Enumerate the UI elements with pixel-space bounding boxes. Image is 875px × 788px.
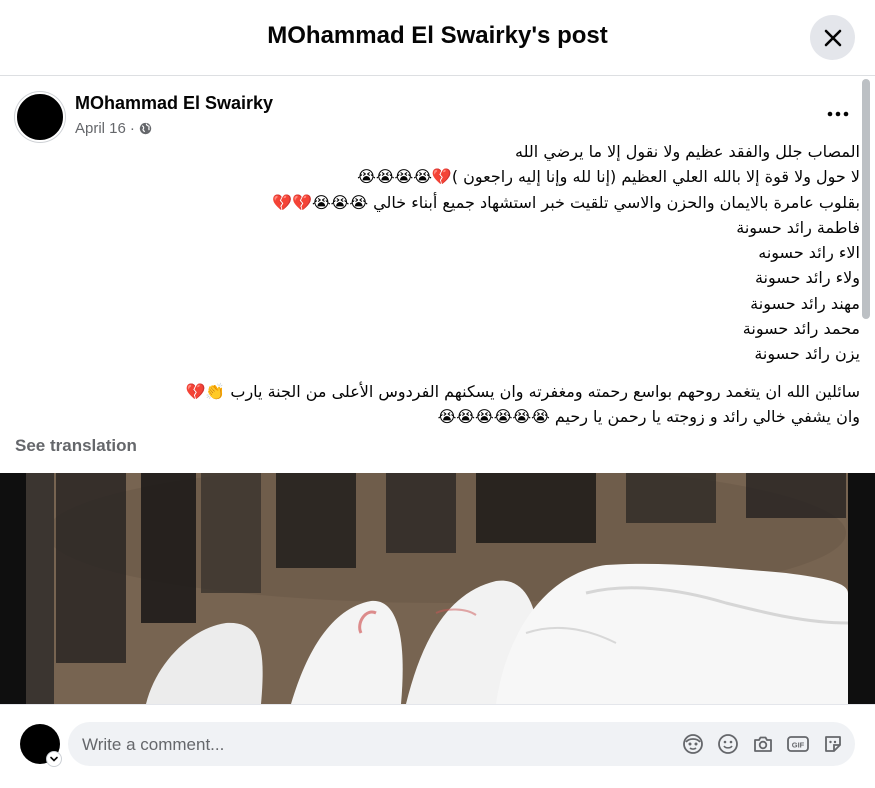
photo-button[interactable] xyxy=(751,732,775,756)
svg-text:GIF: GIF xyxy=(792,741,805,750)
post-line: الاء رائد حسونه xyxy=(758,243,860,263)
avatar-sticker-icon xyxy=(683,734,703,754)
sticker-icon xyxy=(825,736,841,752)
comment-input[interactable]: Write a comment... GIF xyxy=(68,722,855,766)
post-line: محمد رائد حسونة xyxy=(742,319,860,339)
sticker-button[interactable] xyxy=(821,732,845,756)
camera-icon xyxy=(754,736,772,752)
gif-button[interactable]: GIF xyxy=(786,732,810,756)
prayer-line: سائلين الله ان يتغمد روحهم بواسع رحمته و… xyxy=(185,381,860,401)
post-photo-content xyxy=(26,473,848,704)
post-photo[interactable] xyxy=(0,473,875,704)
see-translation-link[interactable]: See translation xyxy=(15,436,137,456)
post-line: لا حول ولا قوة إلا بالله العلي العظيم (إ… xyxy=(357,167,860,187)
author-avatar[interactable] xyxy=(15,92,65,142)
post-dialog-header: MOhammad El Swairky's post xyxy=(0,0,875,76)
chevron-down-icon xyxy=(50,756,58,762)
globe-icon[interactable] xyxy=(139,122,152,135)
emoji-button[interactable] xyxy=(716,732,740,756)
dialog-title: MOhammad El Swairky's post xyxy=(267,22,608,49)
comment-tools: GIF xyxy=(681,732,845,756)
author-name[interactable]: MOhammad El Swairky xyxy=(75,93,273,114)
post-line: بقلوب عامرة بالايمان والحزن والاسي تلقيت… xyxy=(272,192,860,212)
post-line: مهند رائد حسونة xyxy=(750,293,860,313)
scrollbar[interactable] xyxy=(862,79,870,319)
post-text: المصاب جلل والفقد عظيم ولا نقول إلا ما ي… xyxy=(15,139,860,429)
post-meta: April 16 · xyxy=(75,120,152,137)
more-options-icon xyxy=(827,111,849,117)
post-line: ولاء رائد حسونة xyxy=(754,268,860,288)
post-scroll-area[interactable]: MOhammad El Swairky April 16 · المصاب جل… xyxy=(0,77,875,704)
avatar-sticker-button[interactable] xyxy=(681,732,705,756)
post-line: يزن رائد حسونة xyxy=(754,344,860,364)
comment-placeholder: Write a comment... xyxy=(82,735,225,754)
more-options-button[interactable] xyxy=(818,99,858,129)
profile-switch-button[interactable] xyxy=(46,751,62,767)
post-date[interactable]: April 16 xyxy=(75,120,126,137)
emoji-icon xyxy=(718,734,738,754)
post-line: فاطمة رائد حسونة xyxy=(736,217,860,237)
meta-separator: · xyxy=(129,120,135,137)
gif-icon: GIF xyxy=(787,736,809,752)
comment-composer: Write a comment... GIF xyxy=(0,704,875,788)
close-icon xyxy=(824,29,841,46)
prayer-line: وان يشفي خالي رائد و زوجته يا رحمن يا رح… xyxy=(437,406,860,426)
photo-illustration xyxy=(26,473,848,704)
post-line: المصاب جلل والفقد عظيم ولا نقول إلا ما ي… xyxy=(515,142,860,161)
close-button[interactable] xyxy=(810,15,855,60)
